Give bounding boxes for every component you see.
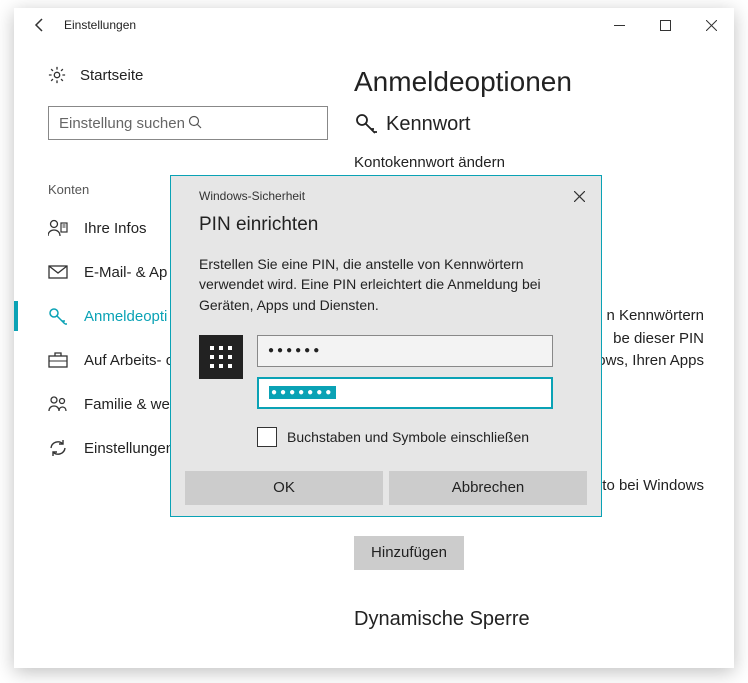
page-title: Anmeldeoptionen <box>354 66 710 98</box>
maximize-button[interactable] <box>642 8 688 42</box>
keypad-icon <box>199 335 243 379</box>
cancel-button[interactable]: Abbrechen <box>389 471 587 505</box>
minimize-button[interactable] <box>596 8 642 42</box>
checkbox-label: Buchstaben und Symbole einschließen <box>287 429 529 445</box>
pin-mask-selected: ●●●●●●● <box>269 386 336 399</box>
pin-confirm-input[interactable]: ●●●●●●● <box>257 377 553 409</box>
key-icon <box>48 307 68 325</box>
settings-window: Einstellungen Startseite Einstellung suc… <box>14 8 734 668</box>
home-link[interactable]: Startseite <box>48 66 344 84</box>
window-title: Einstellungen <box>64 18 136 32</box>
windows-security-dialog: Windows-Sicherheit PIN einrichten Erstel… <box>170 175 602 517</box>
dialog-description: Erstellen Sie eine PIN, die anstelle von… <box>171 236 601 315</box>
sidebar-item-label: Familie & wei <box>84 396 173 413</box>
section-password-title: Kennwort <box>386 113 471 136</box>
gear-icon <box>48 66 66 84</box>
sidebar-item-label: Auf Arbeits- o <box>84 352 174 369</box>
sidebar-item-label: Anmeldeopti <box>84 308 167 325</box>
dialog-title: PIN einrichten <box>171 208 601 236</box>
include-letters-checkbox[interactable] <box>257 427 277 447</box>
dynamic-lock-title: Dynamische Sperre <box>354 608 710 631</box>
back-button[interactable] <box>26 11 54 39</box>
titlebar: Einstellungen <box>14 8 734 42</box>
pin-input[interactable]: ●●●●●● <box>257 335 553 367</box>
close-button[interactable] <box>688 8 734 42</box>
search-icon <box>188 115 317 132</box>
sync-icon <box>48 439 68 457</box>
change-password-label: Kontokennwort ändern <box>354 154 710 171</box>
search-placeholder: Einstellung suchen <box>59 115 188 132</box>
mail-icon <box>48 263 68 281</box>
people-icon <box>48 395 68 413</box>
pin-mask: ●●●●●● <box>268 345 322 356</box>
key-icon <box>354 112 378 136</box>
ok-button[interactable]: OK <box>185 471 383 505</box>
search-input[interactable]: Einstellung suchen <box>48 106 328 140</box>
home-label: Startseite <box>80 67 143 84</box>
add-button[interactable]: Hinzufügen <box>354 536 464 570</box>
sidebar-item-label: Einstellungen <box>84 440 174 457</box>
dialog-close-button[interactable] <box>567 184 591 208</box>
briefcase-icon <box>48 351 68 369</box>
person-icon <box>48 219 68 237</box>
dialog-header: Windows-Sicherheit <box>199 189 305 203</box>
sidebar-item-label: E-Mail- & Ap <box>84 264 167 281</box>
sidebar-item-label: Ihre Infos <box>84 220 147 237</box>
